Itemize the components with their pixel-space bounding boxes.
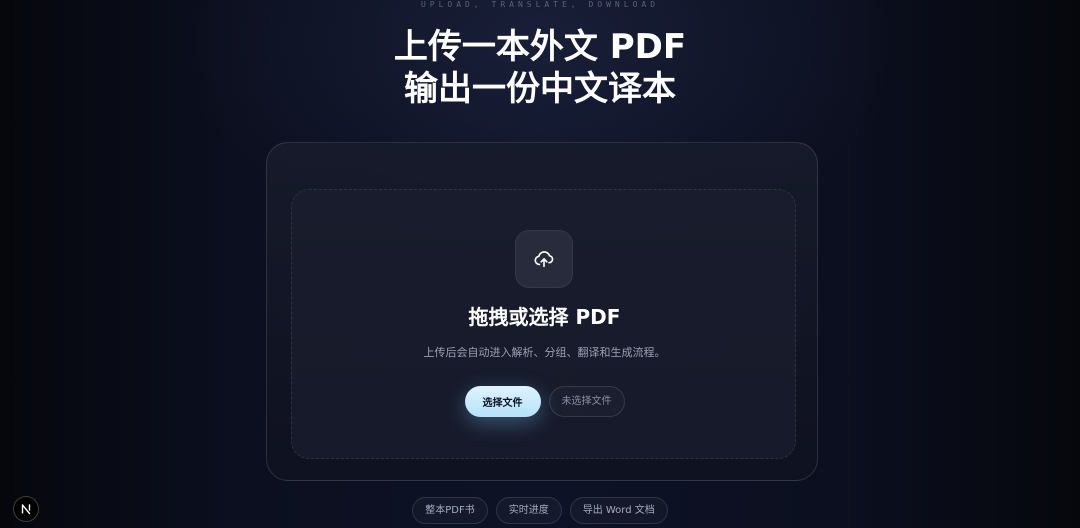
feature-chip-word-export: 导出 Word 文档 bbox=[569, 497, 668, 524]
upload-card: 拖拽或选择 PDF 上传后会自动进入解析、分组、翻译和生成流程。 选择文件 未选… bbox=[266, 142, 818, 481]
feature-chip-whole-book: 整本PDF书 bbox=[412, 497, 488, 524]
page-title-line-1: 上传一本外文 PDF bbox=[393, 27, 687, 67]
file-status-label: 未选择文件 bbox=[548, 386, 625, 417]
cloud-upload-icon bbox=[515, 230, 573, 288]
next-logo-icon[interactable] bbox=[13, 496, 39, 522]
choose-file-button[interactable]: 选择文件 bbox=[464, 386, 541, 417]
page-title-line-2: 输出一份中文译本 bbox=[404, 69, 676, 109]
page-title: 上传一本外文 PDF 输出一份中文译本 bbox=[0, 26, 1080, 110]
eyebrow-tagline: UPLOAD, TRANSLATE, DOWNLOAD bbox=[420, 0, 660, 9]
file-picker-row: 选择文件 未选择文件 bbox=[292, 386, 797, 417]
pdf-dropzone[interactable]: 拖拽或选择 PDF 上传后会自动进入解析、分组、翻译和生成流程。 选择文件 未选… bbox=[291, 189, 796, 459]
feature-chip-progress: 实时进度 bbox=[495, 497, 562, 524]
feature-chips: 整本PDF书 实时进度 导出 Word 文档 bbox=[0, 497, 1080, 524]
dropzone-title: 拖拽或选择 PDF bbox=[468, 305, 621, 329]
dropzone-description: 上传后会自动进入解析、分组、翻译和生成流程。 bbox=[423, 346, 666, 359]
